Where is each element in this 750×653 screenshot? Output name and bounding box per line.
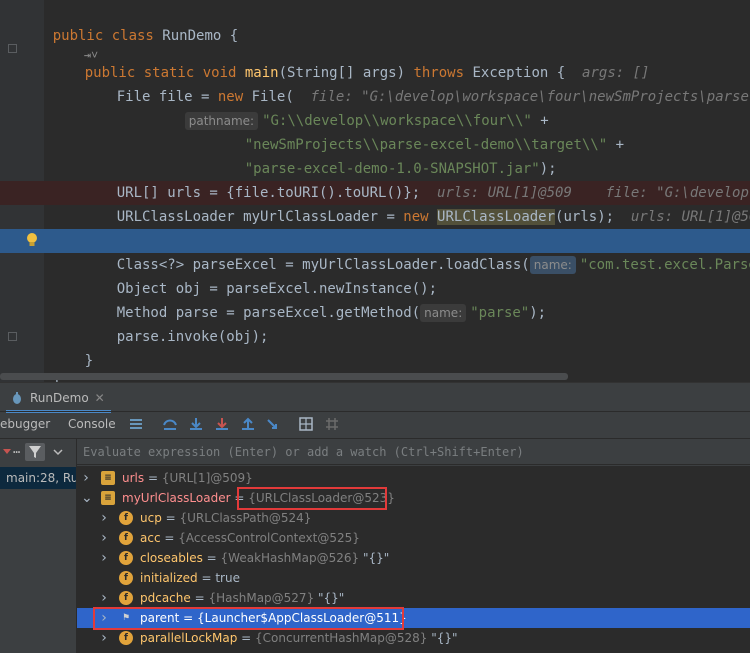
fold-icon[interactable]: [8, 332, 17, 341]
variable-name: ucp: [140, 511, 162, 525]
variable-type: {HashMap@527}: [208, 591, 315, 605]
debug-tab-bar: RunDemo ✕: [0, 383, 750, 413]
variable-row-urls[interactable]: › ≡ urls = {URL[1]@509}: [77, 468, 750, 488]
field-icon: f: [119, 511, 133, 525]
force-step-into-icon[interactable]: [214, 416, 230, 432]
more-icon[interactable]: …: [13, 442, 20, 456]
variable-row-pdcache[interactable]: › f pdcache = {HashMap@527} "{}": [77, 588, 750, 608]
tab-rundemo-label: RunDemo: [30, 391, 89, 405]
variable-name: pdcache: [140, 591, 191, 605]
field-icon: f: [119, 571, 133, 585]
tab-debugger[interactable]: ebugger: [0, 412, 50, 437]
tab-console[interactable]: Console: [68, 412, 116, 437]
frames-pane: … main:28, Run: [0, 439, 77, 653]
variable-name: urls: [122, 471, 145, 485]
code-line-4: File file = new File( file: "G:\develop\…: [116, 89, 750, 105]
step-out-icon[interactable]: [240, 416, 256, 432]
evaluate-icon[interactable]: [298, 416, 314, 432]
variable-value: "{}": [427, 631, 458, 645]
variable-name: closeables: [140, 551, 203, 565]
code-line-7: "parse-excel-demo-1.0-SNAPSHOT.jar");: [244, 161, 557, 177]
step-into-icon[interactable]: [188, 416, 204, 432]
run-to-cursor-icon[interactable]: [266, 416, 282, 432]
chevron-right-icon[interactable]: ›: [99, 528, 109, 548]
step-over-icon[interactable]: [162, 416, 178, 432]
variable-type: {AccessControlContext@525}: [178, 531, 360, 545]
field-icon: f: [119, 631, 133, 645]
field-icon: f: [119, 591, 133, 605]
fold-icon[interactable]: [8, 44, 17, 53]
horizontal-scrollbar[interactable]: [0, 373, 568, 380]
param-hint: name:: [420, 304, 467, 322]
code-line-13: Method parse = parseExcel.getMethod(name…: [116, 304, 547, 322]
code-line-9: URLClassLoader myUrlClassLoader = new UR…: [116, 209, 750, 225]
variable-name: acc: [140, 531, 161, 545]
annotation-box: [93, 607, 404, 630]
chevron-down-icon[interactable]: ⌄: [81, 488, 93, 508]
variable-icon: ≡: [101, 491, 115, 505]
bug-icon: [13, 392, 21, 404]
code-line-8: URL[] urls = {file.toURI().toURL()}; url…: [116, 185, 750, 201]
variable-row-closeables[interactable]: › f closeables = {WeakHashMap@526} "{}": [77, 548, 750, 568]
chevron-right-icon[interactable]: ›: [81, 468, 91, 488]
variable-type: {URLClassPath@524}: [179, 511, 312, 525]
variable-row-myUrlClassLoader[interactable]: ⌄ ≡ myUrlClassLoader = {URLClassLoader@523…: [77, 488, 750, 508]
filter-icon[interactable]: [25, 443, 45, 461]
variable-name: initialized: [140, 571, 198, 585]
variable-value: "{}": [359, 551, 390, 565]
code-line-12: Object obj = parseExcel.newInstance();: [116, 281, 438, 297]
debug-tool-window: RunDemo ✕ ebugger Console … main:28, Run…: [0, 382, 750, 653]
param-hint: name:: [529, 256, 576, 274]
chevron-down-icon[interactable]: [53, 447, 63, 457]
variable-row-acc[interactable]: › f acc = {AccessControlContext@525}: [77, 528, 750, 548]
trace-icon[interactable]: [324, 416, 340, 432]
variable-type: {ConcurrentHashMap@528}: [255, 631, 428, 645]
variable-row-parallelLockMap[interactable]: › f parallelLockMap = {ConcurrentHashMap@5…: [77, 628, 750, 648]
code-line-6: "newSmProjects\\parse-excel-demo\\target…: [244, 137, 625, 153]
chevron-right-icon[interactable]: ›: [99, 588, 109, 608]
dropdown-icon[interactable]: [2, 445, 12, 457]
variable-icon: ≡: [101, 471, 115, 485]
code-line-3: public static void main(String[] args) t…: [84, 65, 650, 81]
code-line-11: Class<?> parseExcel = myUrlClassLoader.l…: [116, 256, 750, 274]
field-icon: f: [119, 531, 133, 545]
variable-value: "{}": [314, 591, 345, 605]
variable-row-initialized[interactable]: f initialized = true: [77, 568, 750, 588]
evaluate-expression-input[interactable]: Evaluate expression (Enter) or add a wat…: [77, 439, 750, 465]
debug-toolbar: ebugger Console: [0, 411, 750, 439]
variable-row-ucp[interactable]: › f ucp = {URLClassPath@524}: [77, 508, 750, 528]
code-line-16: }: [19, 349, 61, 382]
field-icon: f: [119, 551, 133, 565]
list-icon[interactable]: [128, 416, 144, 432]
variable-type: {URL[1]@509}: [161, 471, 253, 485]
annotation-box: [237, 487, 387, 510]
variable-type: {WeakHashMap@526}: [220, 551, 360, 565]
chevron-right-icon[interactable]: ›: [99, 548, 109, 568]
chevron-right-icon[interactable]: ›: [99, 628, 109, 648]
variable-name: parallelLockMap: [140, 631, 238, 645]
tab-rundemo[interactable]: RunDemo ✕: [6, 386, 111, 413]
code-line-5: pathname: "G:\\develop\\workspace\\four\\…: [151, 85, 549, 130]
code-line-15: }: [84, 353, 94, 369]
chevron-right-icon[interactable]: ›: [99, 508, 109, 528]
stack-frame-item[interactable]: main:28, Run: [0, 467, 76, 489]
close-icon[interactable]: ✕: [95, 391, 105, 405]
code-editor[interactable]: public class RunDemo { ⇥˅ public static …: [0, 0, 750, 382]
lightbulb-icon[interactable]: [26, 232, 38, 248]
variables-tree: › ≡ urls = {URL[1]@509} ⌄ ≡ myUrlClassLoader …: [77, 466, 750, 653]
code-line-14: parse.invoke(obj);: [116, 329, 269, 345]
variable-name: myUrlClassLoader: [122, 491, 231, 505]
variable-value: true: [215, 571, 240, 585]
